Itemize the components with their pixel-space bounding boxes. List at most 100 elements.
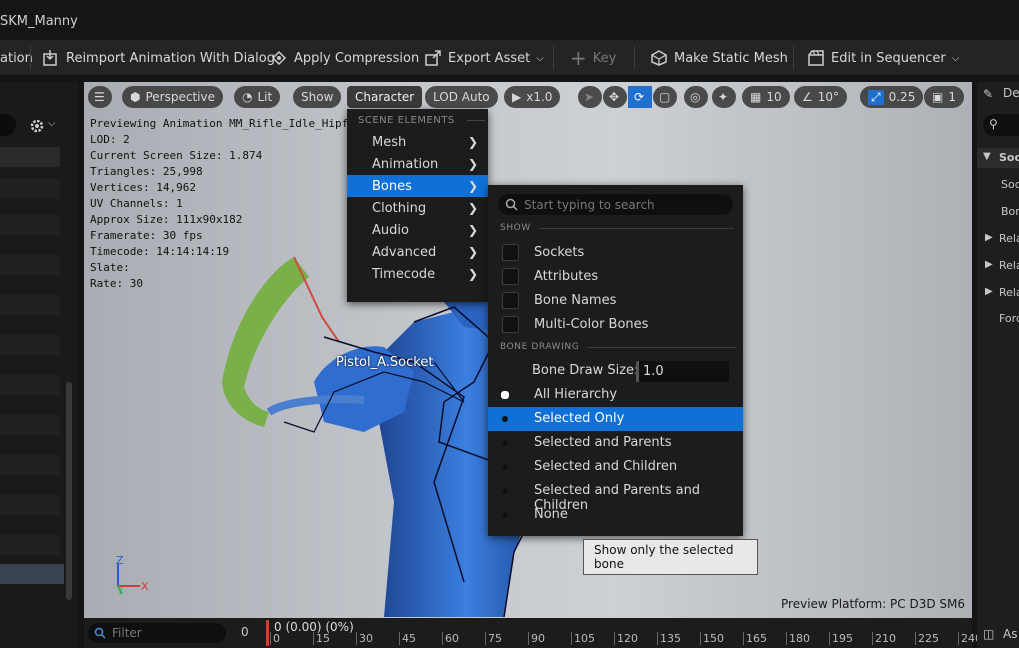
lit-icon: ◔ [242,90,253,104]
list-item[interactable] [0,335,60,355]
menu-item-clothing[interactable]: Clothing ❯ [347,197,488,219]
attributes-checkbox-row[interactable]: Attributes [488,264,743,288]
sockets-checkbox[interactable] [502,243,519,261]
key-button[interactable]: + Key [570,40,616,76]
make-static-mesh-button[interactable]: Make Static Mesh [650,40,788,76]
show-button[interactable]: Show [293,86,342,108]
scale-button[interactable]: ▢ [653,86,677,108]
list-item[interactable] [0,455,60,475]
toolbar-separator [30,46,31,70]
left-scrollbar[interactable] [66,382,72,600]
gear-icon[interactable] [28,117,46,135]
bones-search-input[interactable]: Start typing to search [498,194,733,215]
grid-snap-button[interactable]: ▦ 10 [742,86,790,108]
static-mesh-icon [651,50,667,66]
multi-color-bones-checkbox[interactable] [502,315,519,333]
chevron-right-icon: ❯ [467,157,478,171]
chevron-right-icon[interactable]: ▶ [985,286,993,297]
perspective-icon: ⬢ [130,90,141,104]
details-section-header[interactable]: ▼ Soc [977,148,1019,168]
radio-selected-parents-children[interactable]: Selected and Parents and Children [488,479,743,513]
chevron-right-icon: ❯ [467,201,478,215]
details-search-input[interactable]: ⚲ [983,114,1019,136]
radio-dot-selected [501,391,509,399]
camera-speed-button[interactable]: ▣ 1 [924,86,964,108]
radio-label: Selected and Children [534,459,678,474]
stats-line: LOD: 2 [90,133,130,146]
search-icon: ⚲ [989,117,998,131]
list-item[interactable] [0,415,60,435]
details-row-label: Soc [1001,178,1019,191]
list-item[interactable] [0,295,60,315]
playhead[interactable] [266,620,269,646]
translate-button[interactable]: ✥ [603,86,627,108]
list-item[interactable] [0,147,60,167]
menu-item-advanced[interactable]: Advanced ❯ [347,241,488,263]
world-local-button[interactable]: ◎ [684,86,708,108]
viewport-menu-button[interactable]: ☰ [88,86,112,108]
list-item[interactable] [0,535,60,555]
toolbar-item-partial[interactable]: ation [0,40,33,76]
surface-snap-button[interactable]: ✦ [712,86,736,108]
details-row-label: Soc [999,151,1019,164]
asset-icon: ◫ [983,627,995,641]
list-item[interactable] [0,375,60,395]
radio-none[interactable]: None [488,503,743,527]
radio-label: Selected Only [534,411,625,426]
stats-overlay: Previewing Animation MM_Rifle_Idle_Hipfi… [90,116,368,292]
list-item-selected[interactable] [0,564,64,584]
menu-item-mesh[interactable]: Mesh ❯ [347,131,488,153]
radio-selected-and-parents[interactable]: Selected and Parents [488,431,743,455]
hamburger-icon: ☰ [94,90,105,104]
timeline-filter-input[interactable]: Filter [88,623,226,643]
lod-button[interactable]: LOD Auto [425,86,498,108]
sequencer-icon [808,50,824,66]
reimport-button[interactable]: Reimport Animation With Dialog [42,40,275,76]
perspective-button[interactable]: ⬢ Perspective [122,86,223,108]
bone-names-checkbox-row[interactable]: Bone Names [488,288,743,312]
menu-item-label: Bones [372,178,412,194]
radio-selected-and-children[interactable]: Selected and Children [488,455,743,479]
menu-item-timecode[interactable]: Timecode ❯ [347,263,488,285]
lit-button[interactable]: ◔ Lit [234,86,281,108]
bone-names-checkbox[interactable] [502,291,519,309]
menu-item-animation[interactable]: Animation ❯ [347,153,488,175]
character-button[interactable]: Character [347,86,423,108]
rotate-button[interactable]: ⟳ [628,86,652,108]
radio-all-hierarchy[interactable]: All Hierarchy [488,383,743,407]
export-asset-button[interactable]: Export Asset ⌵ [424,40,544,76]
menu-item-label: Clothing [372,200,427,216]
rotation-snap-button[interactable]: ∠ 10° [794,86,848,108]
left-search-input[interactable] [0,114,16,136]
menu-item-bones[interactable]: Bones ❯ [347,175,488,197]
stats-line: Approx Size: 111x90x182 [90,213,243,226]
divider [587,346,738,348]
playback-speed-button[interactable]: ▶ x1.0 [504,86,561,108]
chevron-right-icon[interactable]: ▶ [985,232,993,243]
bone-draw-size-input[interactable]: 1.0 [636,361,729,382]
menu-item-audio[interactable]: Audio ❯ [347,219,488,241]
asset-tab-label[interactable]: As [1003,627,1017,641]
list-item[interactable] [0,179,60,199]
select-mode-button[interactable]: ➤ [578,86,602,108]
stats-line: Triangles: 25,998 [90,165,203,178]
attributes-checkbox[interactable] [502,267,519,285]
scene-elements-header: SCENE ELEMENTS [347,109,488,131]
angle-icon: ∠ [802,90,813,104]
apply-compression-button[interactable]: Apply Compression [270,40,419,76]
timeline-tick-label: 30 [356,632,373,645]
lod-label: LOD Auto [433,90,490,104]
scale-snap-button[interactable]: ⤢ 0.25 [860,86,924,108]
radio-selected-only[interactable]: Selected Only [488,407,743,431]
list-item[interactable] [0,215,60,235]
menu-item-label: Timecode [372,266,436,282]
edit-in-sequencer-button[interactable]: Edit in Sequencer ⌵ [807,40,959,76]
multi-color-bones-checkbox-row[interactable]: Multi-Color Bones [488,312,743,336]
list-item[interactable] [0,255,60,275]
timeline-tick-label: 165 [743,632,767,645]
list-item[interactable] [0,495,60,515]
sockets-checkbox-row[interactable]: Sockets [488,240,743,264]
grid-icon: ▦ [750,90,762,104]
chevron-right-icon[interactable]: ▶ [985,259,993,270]
stats-line: Vertices: 14,962 [90,181,196,194]
